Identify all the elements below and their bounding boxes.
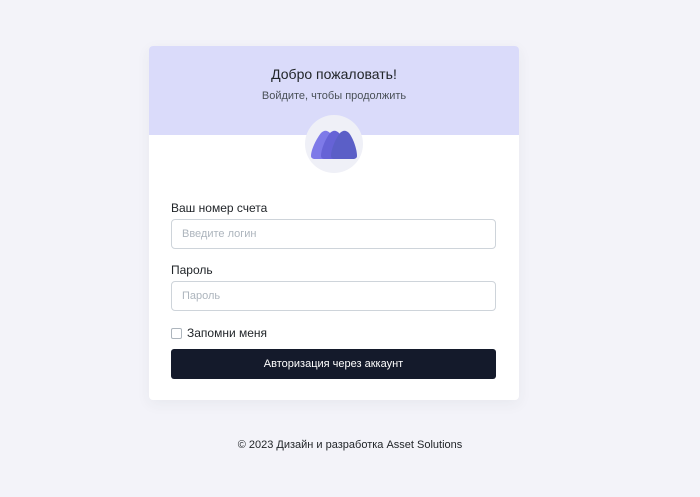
mountains-logo-icon: [311, 130, 357, 159]
remember-me-row[interactable]: Запомни меня: [171, 326, 496, 340]
login-input[interactable]: [171, 219, 496, 249]
welcome-subtitle: Войдите, чтобы продолжить: [261, 90, 407, 102]
password-label: Пароль: [171, 263, 213, 277]
login-card: Добро пожаловать! Войдите, чтобы продолж…: [149, 46, 519, 400]
account-number-label: Ваш номер счета: [171, 201, 268, 215]
remember-me-checkbox[interactable]: [171, 327, 182, 339]
password-input[interactable]: [171, 281, 496, 311]
login-form: Ваш номер счета Пароль Запомни меня Авто…: [171, 201, 496, 379]
login-page: Добро пожаловать! Войдите, чтобы продолж…: [0, 0, 700, 497]
login-submit-button[interactable]: Авторизация через аккаунт: [171, 349, 496, 379]
logo-avatar: [305, 115, 363, 173]
footer-copyright: © 2023 Дизайн и разработка Asset Solutio…: [237, 439, 463, 451]
remember-me-label[interactable]: Запомни меня: [187, 326, 267, 340]
welcome-title: Добро пожаловать!: [271, 66, 397, 82]
